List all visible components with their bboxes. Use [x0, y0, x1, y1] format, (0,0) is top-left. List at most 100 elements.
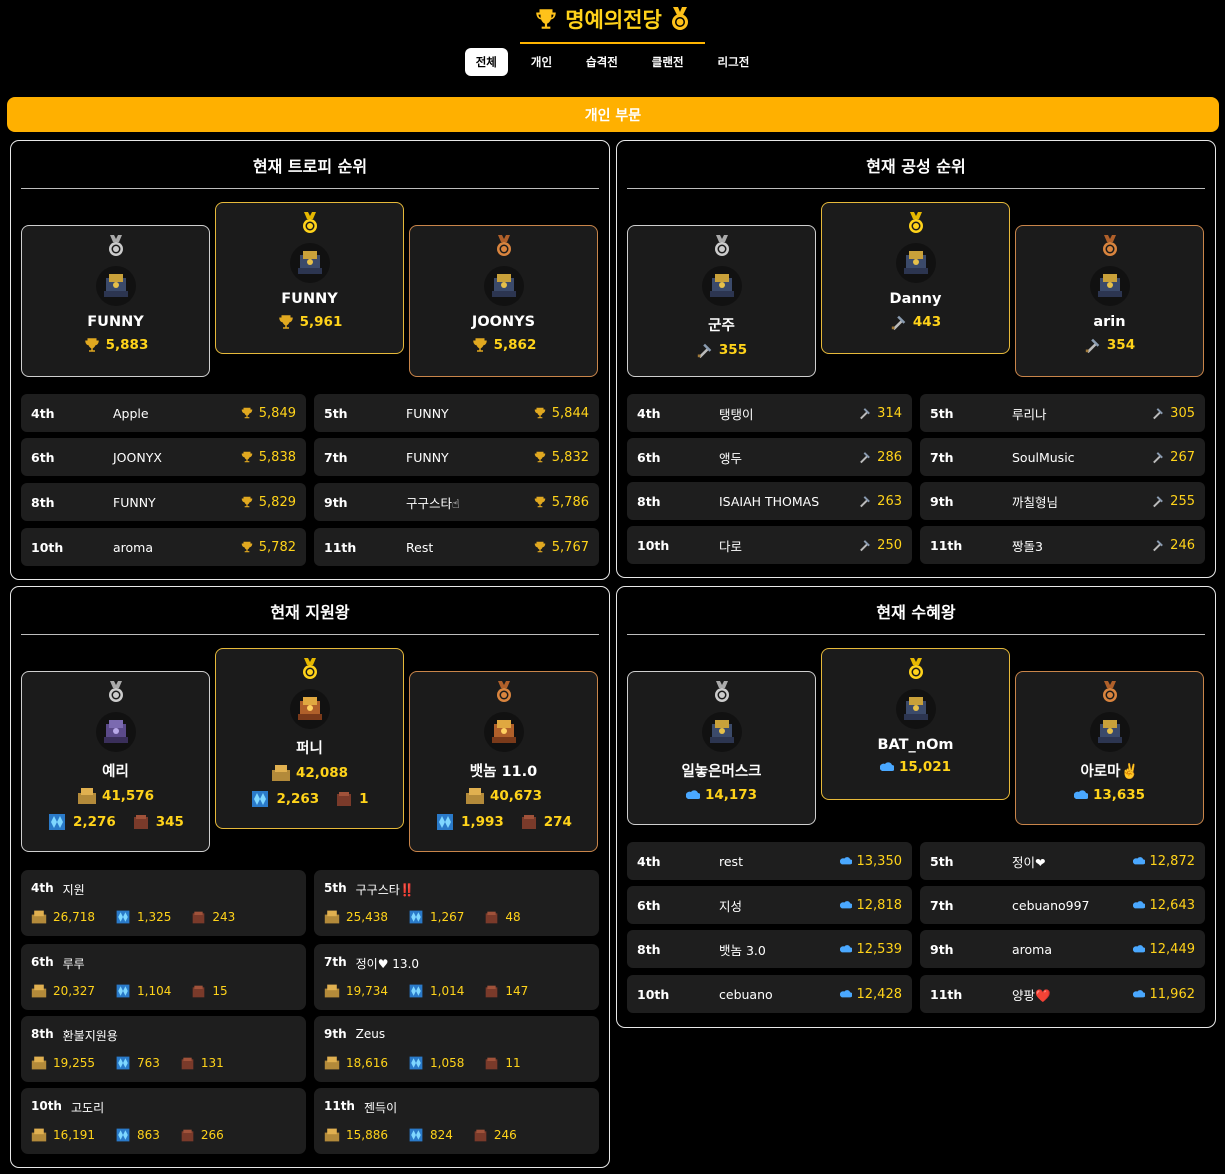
- troops-icon: [324, 1056, 340, 1070]
- ranking-row[interactable]: 4th 탱탱이 314: [627, 394, 912, 432]
- siege-value: 266: [200, 1128, 224, 1142]
- player-name: FUNNY: [406, 405, 449, 421]
- podium-third[interactable]: arin 354: [1015, 225, 1204, 377]
- ranking-row[interactable]: 6th 루루 20,327 1,104 15: [21, 944, 306, 1010]
- player-name: 앵두: [719, 450, 743, 466]
- ranking-row[interactable]: 8th 환불지원용 19,255 763 131: [21, 1016, 306, 1082]
- trophy-icon: [534, 407, 546, 419]
- podium-first[interactable]: Danny 443: [821, 202, 1010, 354]
- troops-donated: 40,673: [465, 787, 542, 805]
- trophy-icon: [472, 338, 487, 352]
- troops-icon: [324, 1128, 340, 1142]
- spells-siege-donated: 1,993 274: [435, 812, 572, 832]
- player-name: 일놓은머스크: [681, 764, 762, 780]
- spells-value: 824: [430, 1128, 453, 1142]
- ranking-row[interactable]: 11th 짱돌3 246: [920, 526, 1205, 564]
- ranking-row[interactable]: 4th rest 13,350: [627, 842, 912, 880]
- siege-icon: [337, 792, 352, 806]
- attack-value: 263: [877, 493, 902, 509]
- ranking-row[interactable]: 6th 앵두 286: [627, 438, 912, 476]
- ranking-row[interactable]: 8th ISAIAH THOMAS 263: [627, 482, 912, 520]
- received-value: 12,818: [856, 897, 903, 913]
- ranking-row[interactable]: 10th 다로 250: [627, 526, 912, 564]
- panel-title: 현재 수혜왕: [876, 603, 956, 622]
- ranking-row[interactable]: 9th Zeus 18,616 1,058 11: [314, 1016, 599, 1082]
- troops-value: 15,886: [346, 1128, 388, 1142]
- attack-value: 250: [877, 537, 902, 553]
- tab-clan-war[interactable]: 클랜전: [641, 48, 695, 76]
- podium-first[interactable]: 퍼니 42,088 2,263 1: [215, 648, 404, 829]
- attack-value: 267: [1170, 449, 1195, 465]
- ranking-row[interactable]: 5th 구구스타‼️ 25,438 1,267 48: [314, 870, 599, 936]
- ranking-row[interactable]: 11th 양팡❤️ 11,962: [920, 975, 1205, 1013]
- player-name: Danny: [889, 291, 942, 307]
- sword-icon: [860, 540, 871, 552]
- podium-second[interactable]: 일놓은머스크 14,173: [627, 671, 816, 825]
- received-value: 14,173: [704, 787, 758, 803]
- ranking-row[interactable]: 10th cebuano 12,428: [627, 975, 912, 1013]
- ranking-row[interactable]: 7th FUNNY 5,832: [314, 438, 599, 476]
- ranking-row[interactable]: 6th 지성 12,818: [627, 886, 912, 924]
- ranking-row[interactable]: 11th 젠득이 15,886 824 246: [314, 1088, 599, 1154]
- ranking-row[interactable]: 8th FUNNY 5,829: [21, 483, 306, 521]
- trophy-count: 5,786: [533, 495, 599, 510]
- ranking-row[interactable]: 4th 지원 26,718 1,325 243: [21, 870, 306, 936]
- ranking-row[interactable]: 10th 고도리 16,191 863 266: [21, 1088, 306, 1154]
- podium-third[interactable]: 뱃놈 11.0 40,673 1,993 274: [409, 671, 598, 852]
- player-name: FUNNY: [281, 291, 338, 307]
- ranking-row[interactable]: 5th FUNNY 5,844: [314, 394, 599, 432]
- trophy-count: 5,883: [83, 336, 148, 354]
- podium-second[interactable]: 예리 41,576 2,276 345: [21, 671, 210, 852]
- spell-icon: [409, 910, 423, 924]
- player-name: 젠득이: [363, 1101, 398, 1115]
- tab-raid[interactable]: 습격전: [575, 48, 629, 76]
- ranking-row[interactable]: 9th 까칠형님 255: [920, 482, 1205, 520]
- trophy-icon: [241, 451, 253, 463]
- divider: [21, 634, 599, 635]
- ranking-row[interactable]: 5th 정이❤ 12,872: [920, 842, 1205, 880]
- tab-individual[interactable]: 개인: [520, 48, 563, 76]
- rank: 5th: [324, 881, 347, 895]
- podium-third[interactable]: JOONYS 5,862: [409, 225, 598, 377]
- tab-league-war[interactable]: 리그전: [707, 48, 761, 76]
- ranking-row[interactable]: 7th SoulMusic 267: [920, 438, 1205, 476]
- cloud-icon: [839, 990, 852, 998]
- trophy-ranking-panel: 현재 트로피 순위 FUNNY 5,883 FUNNY 5,961 JOONYS…: [10, 140, 610, 580]
- ranking-row[interactable]: 9th aroma 12,449: [920, 930, 1205, 968]
- trophy-count: 5,838: [240, 450, 306, 465]
- podium-second[interactable]: 군주 355: [627, 225, 816, 377]
- podium-first[interactable]: FUNNY 5,961: [215, 202, 404, 354]
- attack-count: 267: [1151, 450, 1205, 465]
- podium-third[interactable]: 아로마✌️ 13,635: [1015, 671, 1204, 825]
- player-name: aroma: [1012, 941, 1053, 957]
- ranking-row[interactable]: 10th aroma 5,782: [21, 528, 306, 566]
- troops-value: 19,734: [346, 984, 388, 998]
- ranking-row[interactable]: 8th 뱃놈 3.0 12,539: [627, 930, 912, 968]
- ranking-row[interactable]: 5th 루리나 305: [920, 394, 1205, 432]
- ranking-row[interactable]: 6th JOONYX 5,838: [21, 438, 306, 476]
- ranking-row[interactable]: 9th 구구스타☝ 5,786: [314, 483, 599, 521]
- ranking-row[interactable]: 11th Rest 5,767: [314, 528, 599, 566]
- attack-count: 305: [1151, 406, 1205, 421]
- spell-icon: [409, 984, 423, 998]
- ranking-row[interactable]: 4th Apple 5,849: [21, 394, 306, 432]
- player-name: 양팡❤️: [1012, 987, 1051, 1003]
- podium-first[interactable]: BAT_nOm 15,021: [821, 648, 1010, 800]
- ranking-row[interactable]: 7th cebuano997 12,643: [920, 886, 1205, 924]
- siege-icon: [181, 1057, 194, 1069]
- siege-value: 345: [155, 814, 184, 830]
- player-name: JOONYX: [113, 449, 162, 465]
- bronze-medal-icon: [496, 235, 511, 256]
- podium-second[interactable]: FUNNY 5,883: [21, 225, 210, 377]
- trophy-count: 5,849: [240, 406, 306, 421]
- received-value: 13,635: [1092, 787, 1146, 803]
- tab-all[interactable]: 전체: [464, 48, 508, 76]
- trophy-count: 5,767: [533, 540, 599, 555]
- trophy-icon: [536, 9, 556, 29]
- ranking-row[interactable]: 7th 정이♥ 13.0 19,734 1,014 147: [314, 944, 599, 1010]
- siege-value: 131: [200, 1056, 224, 1070]
- trophy-icon: [534, 541, 546, 553]
- spells-value: 1,058: [430, 1056, 465, 1070]
- sword-icon: [1153, 408, 1164, 420]
- siege-value: 246: [493, 1128, 517, 1142]
